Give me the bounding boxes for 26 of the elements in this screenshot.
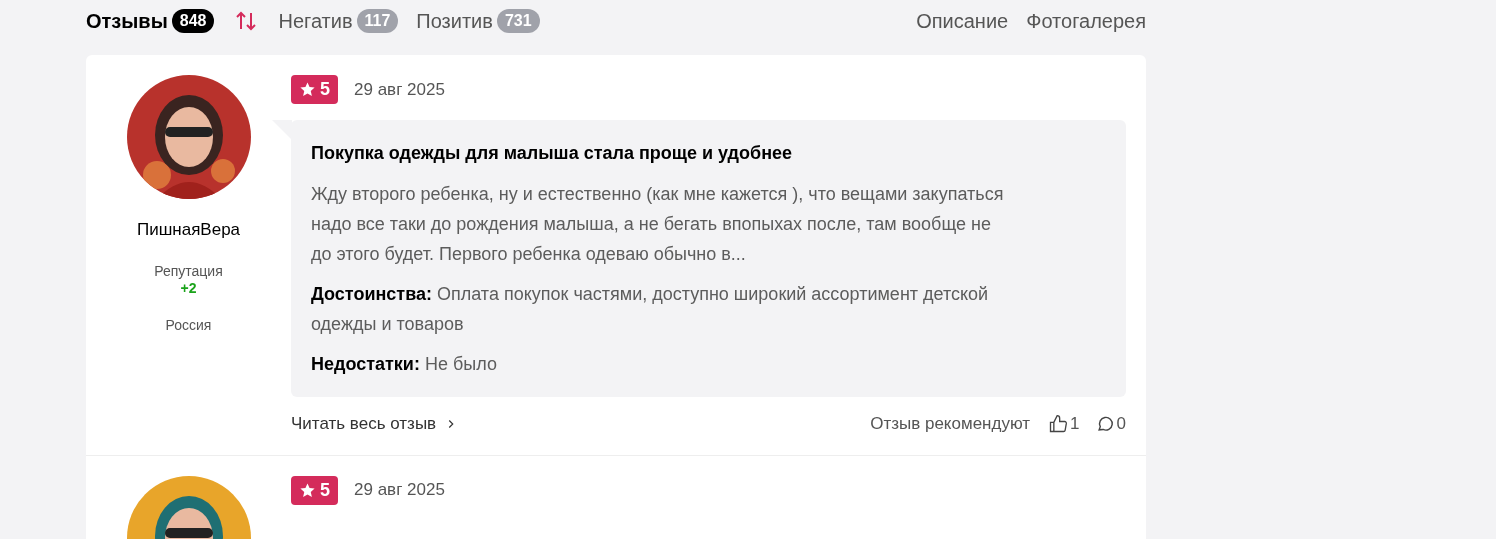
pros-text: Достоинства: Оплата покупок частями, доступно широкий ассортимент детской одежды и товаров	[311, 283, 990, 336]
review-date: 29 авг 2025	[354, 78, 445, 101]
author-name[interactable]: ПишнаяВера	[136, 217, 241, 243]
like-button[interactable]: 1	[1048, 411, 1080, 437]
review-tab[interactable]: Отзывы 848	[86, 6, 215, 36]
review-date: 29 авг 2025	[354, 479, 445, 502]
star-icon	[299, 81, 316, 98]
star-icon	[299, 481, 316, 499]
recommend-label: Отзыв рекомендуют	[870, 413, 1031, 435]
rating-badge: 5	[291, 475, 338, 505]
section-link[interactable]: Фотогалерея	[1026, 6, 1146, 36]
comment-icon	[1095, 414, 1115, 434]
review-title: Покупка одежды для малыша стала проще и удобнее	[311, 142, 794, 165]
reputation-label: Репутация	[154, 262, 223, 279]
cons-text: Недостатки: Не было	[311, 353, 498, 376]
review-tab[interactable]: Позитив 731	[416, 6, 540, 36]
section-link[interactable]: Описание	[916, 6, 1009, 36]
thumbs-up-icon	[1048, 413, 1069, 434]
review-tab[interactable]: Негатив 117	[278, 6, 399, 36]
read-more-link[interactable]: Читать весь отзыв	[291, 411, 459, 437]
rating-badge: 5	[291, 75, 338, 104]
comment-button[interactable]: 0	[1095, 411, 1126, 437]
sort-icon[interactable]	[234, 9, 259, 33]
reputation-value: +2	[180, 279, 197, 297]
review-text: Жду второго ребенка, ну и естественно (как мне кажется ), что вещами закупаться надо все таки до рождения малыша, а не бегать впопыхах после, там вообще не до этого будет. Первого ребенка одеваю обычно в...	[311, 183, 1005, 266]
country: Россия	[165, 315, 212, 335]
